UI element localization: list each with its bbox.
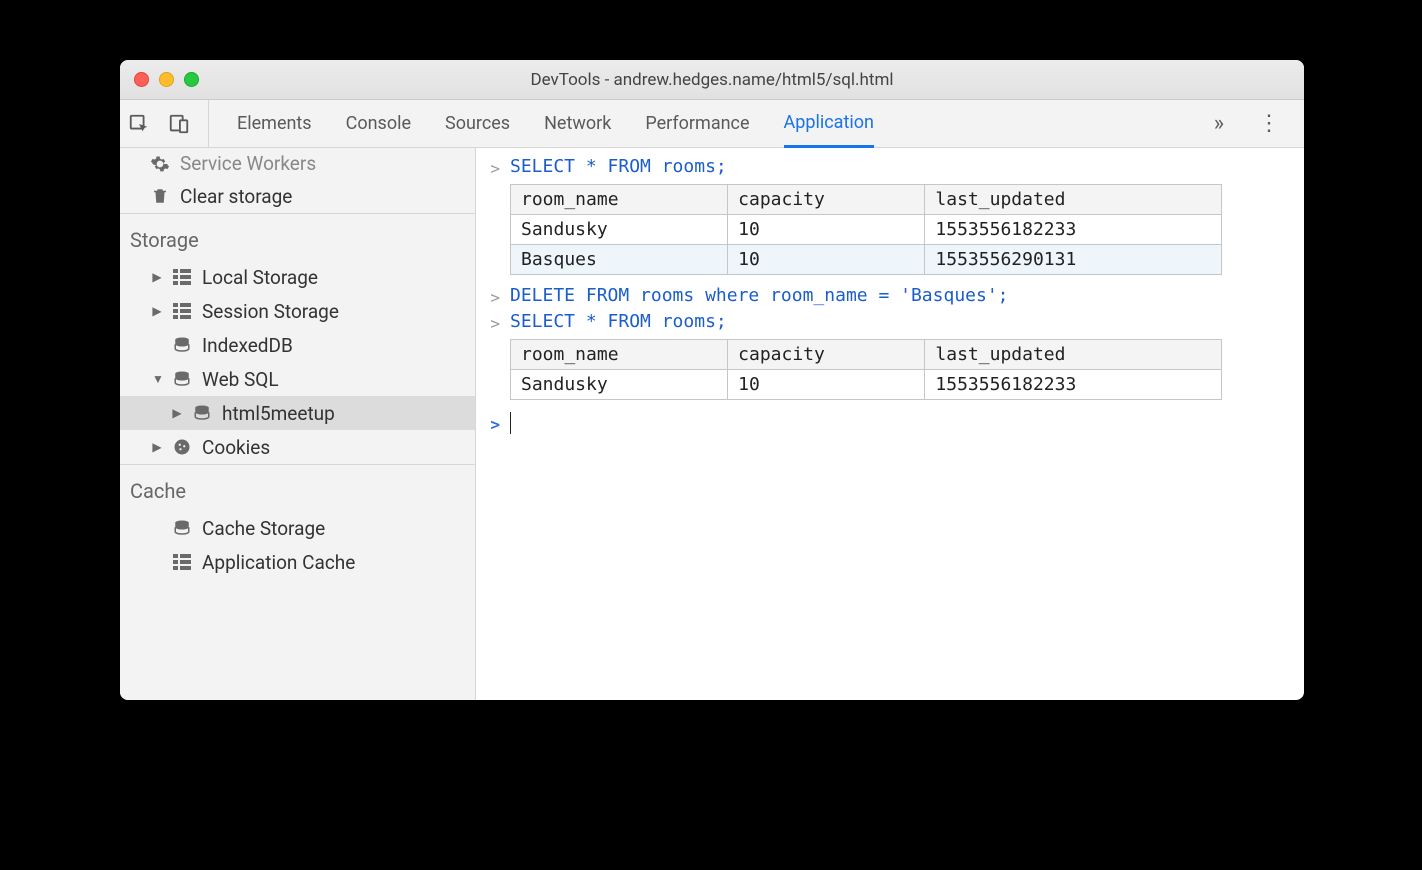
storage-grid-icon [172,554,192,570]
console-entry: > SELECT * FROM rooms; [482,309,1286,335]
websql-console[interactable]: > SELECT * FROM rooms; room_name capacit… [476,148,1304,700]
prompt-icon: > [486,285,500,307]
text-cursor [510,412,511,434]
chevron-right-icon: ▶ [152,304,162,318]
prompt-icon: > [486,311,500,333]
sql-statement: DELETE FROM rooms where room_name = 'Bas… [510,285,1009,306]
table-row[interactable]: Sandusky 10 1553556182233 [511,215,1222,245]
sidebar-item-label: Clear storage [180,185,292,208]
inspect-element-icon[interactable] [128,113,150,135]
sidebar-item-label: Application Cache [202,551,355,574]
cell: 10 [728,215,925,245]
tab-network[interactable]: Network [544,100,611,147]
column-header: last_updated [925,340,1222,370]
tab-application[interactable]: Application [784,101,874,148]
cell: 10 [728,370,925,400]
devtools-window: DevTools - andrew.hedges.name/html5/sql.… [120,60,1304,700]
titlebar: DevTools - andrew.hedges.name/html5/sql.… [120,60,1304,100]
sidebar-item-label: html5meetup [222,402,335,425]
sidebar-item-label: IndexedDB [202,334,293,357]
cell: 10 [728,245,925,275]
application-sidebar: Service Workers Clear storage Storage ▶ … [120,148,476,700]
tabs-overflow-button[interactable]: » [1196,111,1242,136]
cell: Basques [511,245,728,275]
sql-statement: SELECT * FROM rooms; [510,156,727,177]
cookie-icon [172,438,192,456]
result-table-1: room_name capacity last_updated Sandusky… [510,184,1286,275]
storage-grid-icon [172,269,192,285]
sidebar-item-cookies[interactable]: ▶ Cookies [120,430,475,464]
tab-sources[interactable]: Sources [445,100,510,147]
sidebar-group-storage: Storage [120,213,475,260]
devtools-tabbar: Elements Console Sources Network Perform… [120,100,1304,148]
tab-console[interactable]: Console [346,100,411,147]
devtools-menu-button[interactable]: ⋮ [1242,111,1296,136]
cell: Sandusky [511,215,728,245]
prompt-icon: > [486,412,500,434]
sidebar-item-indexeddb[interactable]: IndexedDB [120,328,475,362]
chevron-right-icon: ▶ [152,440,162,454]
sidebar-item-label: Session Storage [202,300,339,323]
sidebar-item-cache-storage[interactable]: Cache Storage [120,511,475,545]
chevron-down-icon: ▼ [152,372,162,386]
console-entry: > DELETE FROM rooms where room_name = 'B… [482,283,1286,309]
column-header: room_name [511,340,728,370]
gear-icon [150,154,170,174]
sidebar-item-websql[interactable]: ▼ Web SQL [120,362,475,396]
table: room_name capacity last_updated Sandusky… [510,339,1222,400]
cell: 1553556182233 [925,215,1222,245]
tabbar-icon-group [128,100,209,147]
content-area: Service Workers Clear storage Storage ▶ … [120,148,1304,700]
devtools-tabs: Elements Console Sources Network Perform… [209,100,1196,147]
column-header: capacity [728,185,925,215]
tab-performance[interactable]: Performance [645,100,749,147]
column-header: capacity [728,340,925,370]
database-icon [172,336,192,354]
sidebar-item-service-workers[interactable]: Service Workers [120,148,475,179]
cell: 1553556182233 [925,370,1222,400]
sidebar-item-label: Local Storage [202,266,318,289]
database-icon [172,370,192,388]
sidebar-item-application-cache[interactable]: Application Cache [120,545,475,579]
sidebar-item-label: Cookies [202,436,270,459]
sidebar-item-websql-db[interactable]: ▶ html5meetup [120,396,475,430]
console-input-line[interactable]: > [482,408,1286,438]
sql-statement: SELECT * FROM rooms; [510,311,727,332]
tab-elements[interactable]: Elements [237,100,312,147]
trash-icon [150,186,170,206]
cell: Sandusky [511,370,728,400]
console-entry: > SELECT * FROM rooms; [482,154,1286,180]
column-header: last_updated [925,185,1222,215]
sidebar-item-label: Web SQL [202,368,279,391]
sidebar-item-label: Cache Storage [202,517,325,540]
device-toolbar-icon[interactable] [168,113,190,135]
sidebar-item-label: Service Workers [180,152,316,175]
sidebar-item-session-storage[interactable]: ▶ Session Storage [120,294,475,328]
column-header: room_name [511,185,728,215]
table-row[interactable]: Basques 10 1553556290131 [511,245,1222,275]
prompt-icon: > [486,156,500,178]
result-table-2: room_name capacity last_updated Sandusky… [510,339,1286,400]
sidebar-item-clear-storage[interactable]: Clear storage [120,179,475,213]
sidebar-item-local-storage[interactable]: ▶ Local Storage [120,260,475,294]
database-icon [172,519,192,537]
sidebar-group-cache: Cache [120,464,475,511]
cell: 1553556290131 [925,245,1222,275]
table-row[interactable]: Sandusky 10 1553556182233 [511,370,1222,400]
chevron-right-icon: ▶ [172,406,182,420]
window-title: DevTools - andrew.hedges.name/html5/sql.… [120,70,1304,90]
database-icon [192,404,212,422]
chevron-right-icon: ▶ [152,270,162,284]
table: room_name capacity last_updated Sandusky… [510,184,1222,275]
storage-grid-icon [172,303,192,319]
